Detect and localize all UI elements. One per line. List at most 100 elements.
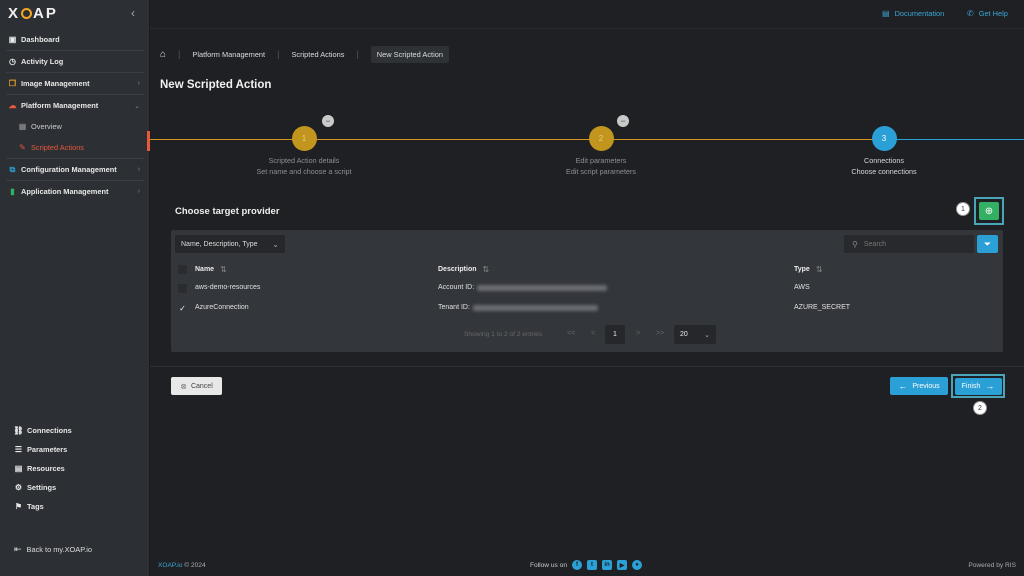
- step-circle: 1: [291, 126, 317, 151]
- row-checkbox[interactable]: [178, 284, 187, 293]
- sidebar-item-settings[interactable]: ⚙ Settings: [0, 478, 150, 497]
- breadcrumb-sep: |: [356, 49, 359, 59]
- chevron-right-icon: ›: [137, 188, 140, 195]
- sidebar-item-overview[interactable]: ▦ Overview: [0, 116, 150, 137]
- step-title: Connections: [864, 156, 904, 165]
- search-icon: ⚲: [852, 239, 858, 249]
- checkbox[interactable]: [178, 265, 187, 274]
- bottom-nav: ⛓ Connections ☰ Parameters ▤ Resources ⚙ Set…: [0, 421, 150, 516]
- logo-ring-icon: [21, 8, 33, 19]
- sidebar-item-parameters[interactable]: ☰ Parameters: [0, 440, 150, 459]
- plus-circle-icon: ⊕: [984, 205, 994, 217]
- facebook-icon[interactable]: f: [572, 560, 583, 570]
- redacted-value: [477, 284, 608, 291]
- sidebar: X AP ‹ ▣ Dashboard ◷ Activity Log ❐ Image Ma…: [0, 0, 150, 576]
- breadcrumb-current: New Scripted Action: [370, 45, 449, 63]
- step-3[interactable]: 3 Connections Choose connections: [784, 126, 984, 176]
- sort-icon: ⇅: [815, 265, 823, 274]
- sidebar-item-activity-log[interactable]: ◷ Activity Log: [0, 51, 150, 72]
- youtube-icon[interactable]: ▶: [617, 560, 628, 570]
- previous-button[interactable]: ← Previous: [890, 377, 948, 395]
- finish-highlight: Finish →: [951, 374, 1005, 398]
- connections-panel: Name, Description, Type ⌄ ⚲ Search ⏷ Name ⇅…: [171, 230, 1003, 352]
- back-to-portal-link[interactable]: ⇤ Back to my.XOAP.io: [14, 544, 92, 555]
- get-help-link[interactable]: ✆ Get Help: [967, 9, 1008, 18]
- column-header-type[interactable]: Type ⇅: [794, 265, 823, 274]
- sidebar-item-dashboard[interactable]: ▣ Dashboard: [0, 29, 150, 50]
- sidebar-item-application-management[interactable]: ▮ Application Management ›: [0, 181, 150, 202]
- page-size-select[interactable]: 20 ⌄: [674, 325, 716, 344]
- chevron-down-icon: ⌄: [272, 239, 279, 249]
- row-checkbox-checked[interactable]: ✓: [178, 304, 187, 313]
- step-subtitle: Choose connections: [851, 167, 917, 176]
- main-nav: ▣ Dashboard ◷ Activity Log ❐ Image Manageme…: [0, 29, 150, 202]
- add-connection-button[interactable]: ⊕: [979, 202, 999, 220]
- first-page-button[interactable]: <<: [567, 330, 575, 337]
- grid-icon: ▦: [18, 122, 27, 131]
- step-edit-badge-icon[interactable]: −: [322, 115, 334, 127]
- sidebar-item-tags[interactable]: ⚑ Tags: [0, 497, 150, 516]
- filter-columns-select[interactable]: Name, Description, Type ⌄: [175, 235, 285, 253]
- breadcrumb-platform-management[interactable]: Platform Management: [192, 50, 265, 59]
- xoap-logo[interactable]: X AP: [8, 5, 58, 22]
- bookmark-icon: ⚑: [14, 502, 23, 511]
- step-1[interactable]: 1 Scripted Action details Set name and c…: [204, 126, 404, 176]
- arrow-right-icon: →: [985, 381, 995, 391]
- footer: XOAP.io © 2024 Follow us on f t in ▶ ● P…: [150, 555, 1024, 576]
- sort-icon: ⇅: [220, 265, 227, 274]
- github-icon[interactable]: ●: [632, 560, 643, 570]
- clock-icon: ◷: [9, 57, 16, 66]
- section-title: Choose target provider: [175, 206, 280, 217]
- pagination: Showing 1 to 2 of 2 entries << < 1 > >> …: [171, 325, 1003, 345]
- sort-icon: ⇅: [482, 265, 490, 274]
- database-icon: ▤: [14, 464, 23, 473]
- connection-name: aws-demo-resources: [195, 284, 261, 291]
- step-title: Edit parameters: [575, 156, 627, 165]
- cloud-icon: ☁: [8, 101, 17, 110]
- column-header-name[interactable]: Name ⇅: [195, 265, 227, 274]
- callout-marker: 1: [956, 202, 970, 216]
- copyright: XOAP.io © 2024: [158, 562, 206, 569]
- step-2[interactable]: 2 Edit parameters Edit script parameters: [501, 126, 701, 176]
- sidebar-item-scripted-actions[interactable]: ✎ Scripted Actions: [0, 137, 150, 158]
- prev-page-button[interactable]: <: [591, 330, 595, 337]
- current-page-button[interactable]: 1: [605, 325, 625, 344]
- collapse-sidebar-icon[interactable]: ‹: [131, 6, 135, 20]
- documentation-link[interactable]: ▤ Documentation: [882, 9, 944, 18]
- finish-button[interactable]: Finish →: [954, 377, 1002, 395]
- breadcrumb-sep: |: [178, 49, 181, 59]
- connection-description: Tenant ID:: [438, 304, 598, 311]
- breadcrumb-sep: |: [277, 49, 280, 59]
- step-subtitle: Edit script parameters: [566, 167, 636, 176]
- sidebar-item-platform-management[interactable]: ☁ Platform Management ⌄: [0, 95, 150, 116]
- close-circle-icon: ⊗: [180, 381, 187, 391]
- breadcrumb: ⌂ | Platform Management | Scripted Actio…: [150, 44, 449, 64]
- filter-button[interactable]: ⏷: [977, 235, 998, 253]
- sidebar-item-image-management[interactable]: ❐ Image Management ›: [0, 73, 150, 94]
- chevron-down-icon: ⌄: [704, 331, 710, 339]
- last-page-button[interactable]: >>: [656, 330, 664, 337]
- linkedin-icon[interactable]: in: [602, 560, 613, 570]
- social-links: Follow us on f t in ▶ ●: [530, 560, 643, 570]
- next-page-button[interactable]: >: [636, 330, 640, 337]
- dashboard-icon: ▣: [8, 35, 17, 44]
- breadcrumb-scripted-actions[interactable]: Scripted Actions: [291, 50, 344, 59]
- table-row[interactable]: ✓ AzureConnection Tenant ID: AZURE_SECRE…: [171, 299, 1003, 319]
- sidebar-item-connections[interactable]: ⛓ Connections: [0, 421, 150, 440]
- cancel-button[interactable]: ⊗ Cancel: [171, 377, 222, 395]
- twitter-icon[interactable]: t: [587, 560, 598, 570]
- chevron-down-icon: ⌄: [134, 102, 140, 110]
- sidebar-item-resources[interactable]: ▤ Resources: [0, 459, 150, 478]
- select-all-checkbox[interactable]: [178, 265, 187, 276]
- actions-divider: [150, 366, 1024, 367]
- pencil-icon: ✎: [19, 143, 26, 152]
- callout-marker: 2: [973, 401, 987, 415]
- column-header-description[interactable]: Description ⇅: [438, 265, 489, 274]
- table-row[interactable]: aws-demo-resources Account ID: AWS: [171, 279, 1003, 299]
- step-edit-badge-icon[interactable]: −: [617, 115, 629, 127]
- search-input[interactable]: ⚲ Search: [844, 235, 974, 253]
- gear-icon: ⚙: [14, 483, 23, 492]
- bar-chart-icon: ▮: [10, 187, 15, 196]
- sidebar-item-configuration-management[interactable]: ⧉ Configuration Management ›: [0, 159, 150, 180]
- chevron-right-icon: ›: [137, 80, 140, 87]
